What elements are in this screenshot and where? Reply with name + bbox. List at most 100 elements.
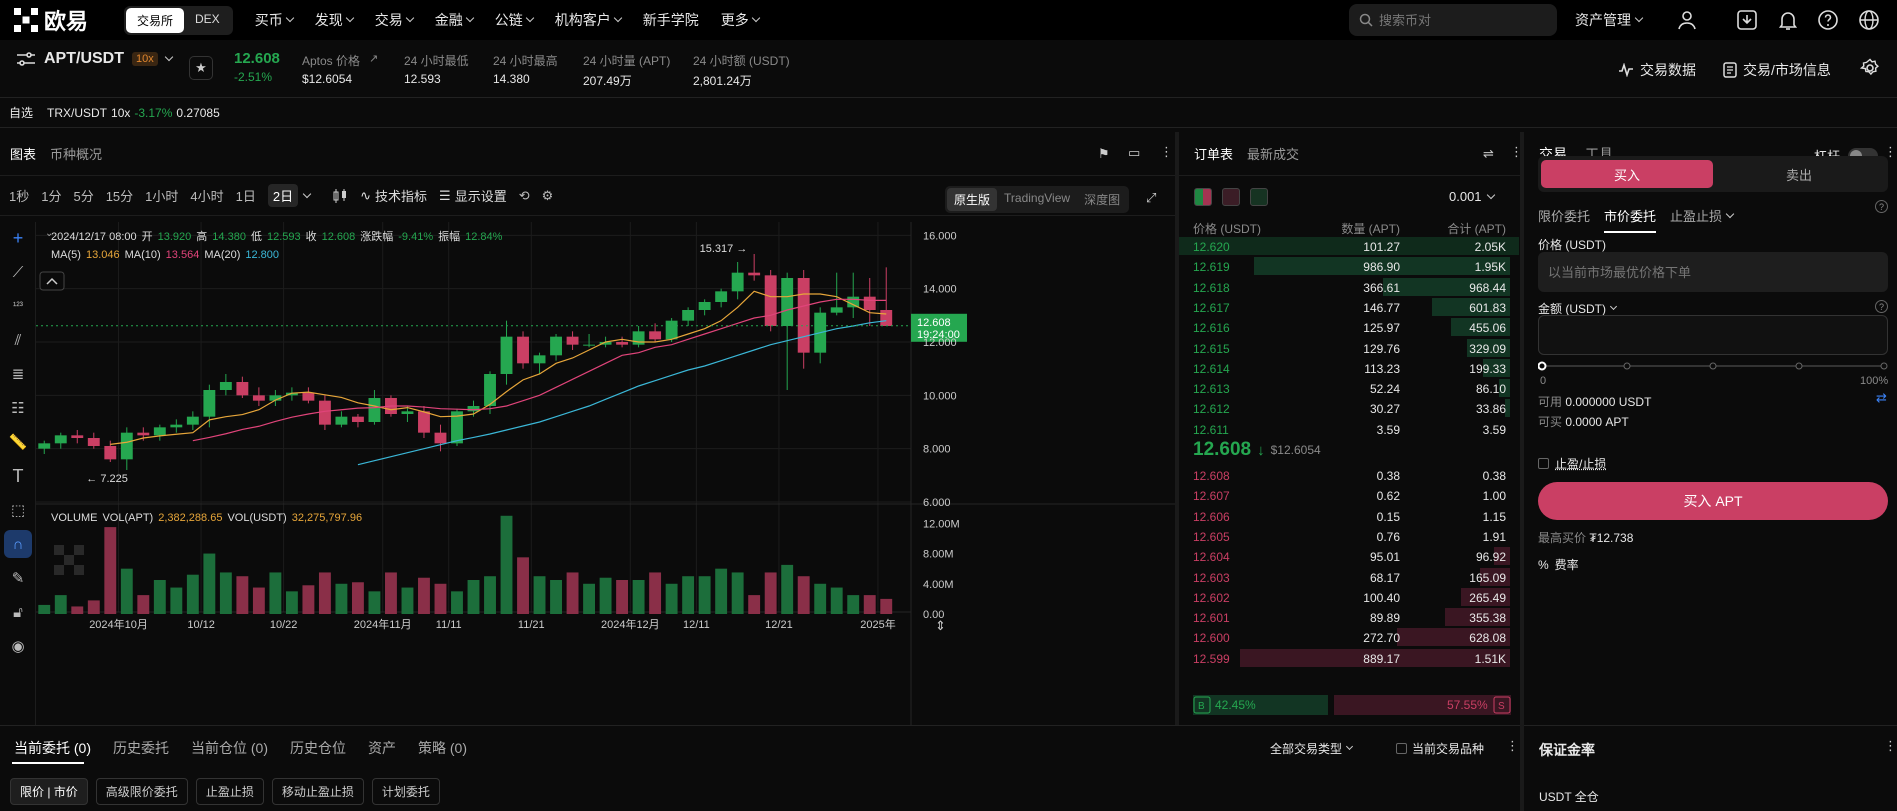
nav-item-5[interactable]: 机构客户 <box>555 10 622 30</box>
candle[interactable] <box>87 432 100 449</box>
pair-selector[interactable]: APT/USDT 10x <box>16 50 173 68</box>
trend-line-icon[interactable]: ⟋ <box>4 258 32 286</box>
market-info-link[interactable]: 交易/市场信息 <box>1723 60 1831 80</box>
search-box[interactable] <box>1349 4 1557 36</box>
candle[interactable] <box>566 331 579 350</box>
candle[interactable] <box>500 320 513 385</box>
bid-row[interactable]: 12.603 68.17 165.09 <box>1179 567 1520 587</box>
tab-latest-trades[interactable]: 最新成交 <box>1247 144 1299 163</box>
brush-icon[interactable]: ✎ <box>4 564 32 592</box>
display-settings-button[interactable]: ☰ 显示设置 <box>439 186 507 205</box>
candle[interactable] <box>830 272 843 316</box>
fullscreen-icon[interactable]: ⤢ <box>1146 190 1156 206</box>
candle[interactable] <box>698 299 711 316</box>
candle[interactable] <box>71 430 84 444</box>
timeframe-6[interactable]: 1日 <box>236 186 256 205</box>
candle[interactable] <box>252 387 265 406</box>
candle-type-icon[interactable] <box>332 188 348 204</box>
candle[interactable] <box>863 278 876 326</box>
fib-tool-icon[interactable]: ⫽ <box>4 326 32 354</box>
candle[interactable] <box>318 395 331 430</box>
amount-slider[interactable] <box>1538 360 1888 372</box>
candle[interactable] <box>153 424 166 441</box>
candle[interactable] <box>120 427 133 470</box>
candle[interactable] <box>748 254 761 281</box>
trade-type-filter[interactable]: 全部交易类型 <box>1270 740 1354 757</box>
timeframe-0[interactable]: 1秒 <box>9 186 29 205</box>
more-vertical-icon[interactable]: ⋮ <box>1510 144 1523 160</box>
chart-settings-icon[interactable]: ⚙ <box>542 188 554 204</box>
external-link-icon[interactable]: ↗ <box>369 52 378 65</box>
price-input-box[interactable] <box>1538 252 1888 292</box>
order-chip-1[interactable]: 高级限价委托 <box>95 778 188 805</box>
transfer-icon[interactable]: ⇄ <box>1876 390 1887 406</box>
candle[interactable] <box>302 387 315 404</box>
bid-row[interactable]: 12.607 0.62 1.00 <box>1179 485 1520 505</box>
favorites-label[interactable]: 自选 <box>9 104 33 121</box>
candle[interactable] <box>219 374 232 396</box>
candle[interactable] <box>616 336 629 348</box>
settings-gear-icon[interactable] <box>1860 58 1880 78</box>
window-icon[interactable]: ▭ <box>1128 145 1140 161</box>
tpsl-checkbox[interactable]: 止盈/止损 <box>1538 455 1606 472</box>
candle[interactable] <box>632 326 645 348</box>
bid-row[interactable]: 12.604 95.01 96.92 <box>1179 546 1520 566</box>
globe-icon[interactable] <box>1857 8 1881 32</box>
candle[interactable] <box>583 334 596 348</box>
candle[interactable] <box>880 267 893 326</box>
order-chip-3[interactable]: 移动止盈止损 <box>271 778 364 805</box>
orders-tab-5[interactable]: 策略 (0) <box>418 738 467 758</box>
nav-item-7[interactable]: 更多 <box>721 10 760 30</box>
lock-icon[interactable]: 🔓︎ <box>4 598 32 626</box>
order-type-market[interactable]: 市价委托 <box>1604 206 1657 233</box>
candle[interactable] <box>847 272 860 318</box>
orders-tab-1[interactable]: 历史委托 <box>113 738 169 758</box>
ask-row[interactable]: 12.619 986.90 1.95K <box>1179 256 1520 276</box>
chevron-down-icon[interactable] <box>302 189 312 198</box>
bid-row[interactable]: 12.602 100.40 265.49 <box>1179 587 1520 607</box>
book-both-icon[interactable] <box>1194 188 1212 206</box>
order-type-tpsl[interactable]: 止盈止损 <box>1670 206 1735 225</box>
user-icon[interactable] <box>1675 8 1699 32</box>
candle[interactable] <box>550 334 562 361</box>
order-chip-2[interactable]: 止盈止损 <box>195 778 264 805</box>
trade-data-link[interactable]: 交易数据 <box>1618 60 1696 80</box>
ask-row[interactable]: 12.612 30.27 33.86 <box>1179 398 1520 418</box>
candle[interactable] <box>351 414 364 428</box>
download-icon[interactable] <box>1735 8 1759 32</box>
eye-icon[interactable]: ◉ <box>4 632 32 660</box>
candle[interactable] <box>285 387 298 401</box>
tab-order-book[interactable]: 订单表 <box>1194 144 1233 163</box>
crosshair-icon[interactable]: + <box>4 224 32 252</box>
chart-view-1[interactable]: TradingView <box>997 188 1077 211</box>
nav-item-6[interactable]: 新手学院 <box>643 10 699 30</box>
timeframe-1[interactable]: 1分 <box>41 186 61 205</box>
nav-item-4[interactable]: 公链 <box>495 10 534 30</box>
buy-apt-button[interactable]: 买入 APT <box>1538 482 1888 520</box>
nav-item-1[interactable]: 发现 <box>315 10 354 30</box>
chart-view-0[interactable]: 原生版 <box>947 188 998 211</box>
shape-icon[interactable]: ⬚ <box>4 496 32 524</box>
candle[interactable] <box>38 440 51 454</box>
okx-logo[interactable]: 欧易 <box>14 4 124 36</box>
mode-tab-exchange[interactable]: 交易所 <box>126 7 185 33</box>
book-bids-icon[interactable] <box>1250 188 1268 206</box>
ask-row[interactable]: 12.618 366.61 968.44 <box>1179 277 1520 297</box>
candlestick-chart[interactable]: 12.60819:24:0016.00014.00012.00010.0008.… <box>36 222 1175 725</box>
candle[interactable] <box>54 432 67 449</box>
ask-row[interactable]: 12.616 125.97 455.06 <box>1179 317 1520 337</box>
ask-row[interactable]: 12.614 113.23 199.33 <box>1179 358 1520 378</box>
ask-row[interactable]: 12.615 129.76 329.09 <box>1179 338 1520 358</box>
info-icon[interactable]: ? <box>1875 200 1888 213</box>
alert-add-icon[interactable]: ⚑ <box>1098 146 1110 162</box>
ruler-icon[interactable]: 📏 <box>4 428 32 456</box>
timeframe-2[interactable]: 5分 <box>73 186 93 205</box>
bid-row[interactable]: 12.606 0.15 1.15 <box>1179 506 1520 526</box>
legend-collapse-button[interactable] <box>39 271 65 291</box>
candle[interactable] <box>649 323 662 342</box>
buy-tab-button[interactable]: 买入 <box>1541 160 1713 188</box>
nav-item-2[interactable]: 交易 <box>375 10 414 30</box>
nav-item-3[interactable]: 金融 <box>435 10 474 30</box>
price-scale-toggle-icon[interactable]: ⇕ <box>935 618 946 633</box>
orderbook-settings-icon[interactable]: ⇌ <box>1483 146 1494 162</box>
